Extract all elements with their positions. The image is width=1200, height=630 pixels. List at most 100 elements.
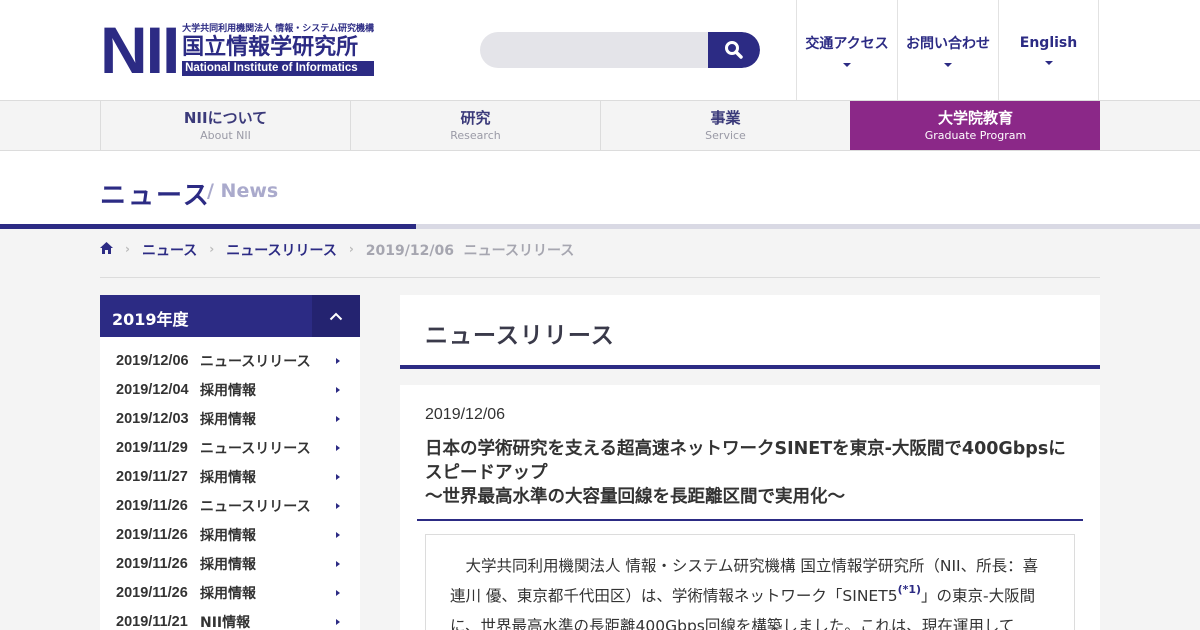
list-item[interactable]: 2019/11/26 採用情報 (100, 520, 360, 549)
arrow-right-icon (336, 416, 340, 422)
page-title-english: / News (207, 180, 279, 202)
article-paragraph: 大学共同利用機関法人 情報・システム研究機構 国立情報学研究所（NII、所長：喜… (450, 551, 1050, 630)
breadcrumb: › ニュース › ニュースリリース › 2019/12/06 ニュースリリース (100, 240, 1100, 278)
list-item[interactable]: 2019/11/26 採用情報 (100, 549, 360, 578)
sidebar: 2019年度 2019/12/06 ニュースリリース 2019/12/04 採用情報… (100, 295, 360, 630)
item-date: 2019/12/06 (116, 352, 189, 369)
nav-about[interactable]: NIIについて About NII (100, 101, 350, 150)
nav-service[interactable]: 事業 Service (600, 101, 850, 150)
article-title-line: スピードアップ (425, 463, 548, 483)
breadcrumb-news-release[interactable]: ニュースリリース (226, 240, 337, 260)
arrow-right-icon (336, 619, 340, 625)
list-item[interactable]: 2019/12/04 採用情報 (100, 375, 360, 404)
util-contact-label: お問い合わせ (906, 36, 990, 52)
global-nav: NIIについて About NII 研究 Research 事業 Service… (0, 100, 1200, 151)
item-date: 2019/11/26 (116, 555, 188, 572)
footnote-link[interactable]: (*1) (898, 583, 921, 596)
arrow-right-icon (336, 358, 340, 364)
article-subtitle: ～世界最高水準の大容量回線を長距離区間で実用化～ (425, 487, 845, 507)
item-category: 採用情報 (200, 469, 256, 486)
list-item[interactable]: 2019/11/27 採用情報 (100, 462, 360, 491)
chevron-down-icon (1044, 61, 1053, 65)
list-item[interactable]: 2019/11/26 採用情報 (100, 578, 360, 607)
logo-subtitle: 大学共同利用機関法人 情報・システム研究機構 (182, 24, 374, 34)
home-link[interactable] (100, 240, 113, 258)
util-contact[interactable]: お問い合わせ (897, 0, 998, 100)
nav-service-label: 事業 (710, 108, 741, 127)
chevron-right-icon: › (209, 242, 215, 256)
nav-service-sublabel: Service (705, 128, 746, 142)
item-category: ニュースリリース (200, 353, 311, 370)
logo-name: 国立情報学研究所 (182, 34, 359, 60)
item-category: 採用情報 (200, 527, 256, 544)
nav-graduate[interactable]: 大学院教育 Graduate Program (850, 101, 1100, 150)
home-icon (100, 242, 113, 254)
nav-research-label: 研究 (460, 108, 491, 127)
nav-graduate-label: 大学院教育 (937, 108, 1013, 127)
page-title: ニュース (100, 181, 211, 211)
chevron-right-icon: › (348, 242, 354, 256)
article-body: 大学共同利用機関法人 情報・システム研究機構 国立情報学研究所（NII、所長：喜… (425, 534, 1075, 630)
sidebar-year-header[interactable]: 2019年度 (100, 295, 360, 337)
arrow-right-icon (336, 445, 340, 451)
main-heading-box: ニュースリリース (400, 295, 1100, 369)
item-category: 採用情報 (200, 382, 256, 399)
sidebar-year-label: 2019年度 (112, 310, 189, 329)
item-category: 採用情報 (200, 411, 256, 428)
util-english[interactable]: English (998, 0, 1099, 100)
list-item[interactable]: 2019/12/06 ニュースリリース (100, 346, 360, 375)
nav-about-sublabel: About NII (200, 128, 251, 142)
section-heading: ニュースリリース (425, 323, 615, 349)
nav-research-sublabel: Research (450, 128, 501, 142)
item-date: 2019/11/29 (116, 439, 188, 456)
chevron-right-icon: › (125, 242, 130, 256)
page-title-band: ニュース / News (0, 151, 1200, 229)
arrow-right-icon (336, 590, 340, 596)
search-box (480, 32, 760, 68)
item-category: NII情報 (200, 614, 251, 630)
logo-mark: NII (100, 24, 179, 76)
util-access[interactable]: 交通アクセス (796, 0, 897, 100)
item-category: 採用情報 (200, 556, 256, 573)
list-item[interactable]: 2019/12/03 採用情報 (100, 404, 360, 433)
chevron-up-icon (329, 312, 343, 320)
nav-graduate-sublabel: Graduate Program (924, 128, 1027, 142)
logo-english-name: National Institute of Informatics (182, 61, 374, 76)
item-date: 2019/12/03 (116, 410, 189, 427)
utility-nav: 交通アクセス お問い合わせ English (796, 0, 1099, 100)
logo-text: 大学共同利用機関法人 情報・システム研究機構 国立情報学研究所 National… (182, 24, 374, 76)
arrow-right-icon (336, 532, 340, 538)
breadcrumb-news[interactable]: ニュース (142, 240, 197, 260)
breadcrumb-current: 2019/12/06 ニュースリリース (365, 243, 575, 259)
item-date: 2019/11/26 (116, 526, 188, 543)
chevron-down-icon (843, 63, 851, 67)
title-underline-accent (0, 224, 416, 229)
search-icon (725, 41, 743, 59)
search-button[interactable] (708, 32, 760, 68)
article-date: 2019/12/06 (425, 406, 506, 423)
article-title: 日本の学術研究を支える超高速ネットワークSINETを東京-大阪間で400Gbps… (417, 437, 1083, 521)
nav-research[interactable]: 研究 Research (350, 101, 600, 150)
arrow-right-icon (336, 387, 340, 393)
item-date: 2019/12/04 (116, 381, 189, 398)
list-item[interactable]: 2019/11/21 NII情報 (100, 607, 360, 630)
list-item[interactable]: 2019/11/29 ニュースリリース (100, 433, 360, 462)
item-date: 2019/11/26 (116, 497, 188, 514)
chevron-down-icon (944, 63, 952, 67)
item-category: ニュースリリース (200, 498, 311, 515)
util-english-label: English (1019, 35, 1078, 51)
title-underline (416, 224, 1200, 229)
nav-about-label: NIIについて (183, 108, 268, 127)
item-date: 2019/11/21 (116, 613, 188, 630)
item-category: ニュースリリース (200, 440, 311, 457)
util-access-label: 交通アクセス (805, 36, 889, 52)
list-item[interactable]: 2019/11/26 ニュースリリース (100, 491, 360, 520)
collapse-toggle[interactable] (312, 295, 360, 337)
nii-logo[interactable]: NII 大学共同利用機関法人 情報・システム研究機構 国立情報学研究所 Nati… (100, 24, 374, 76)
item-date: 2019/11/26 (116, 584, 188, 601)
arrow-right-icon (336, 474, 340, 480)
site-header: NII 大学共同利用機関法人 情報・システム研究機構 国立情報学研究所 Nati… (0, 0, 1200, 100)
article: 2019/12/06 日本の学術研究を支える超高速ネットワークSINETを東京-… (400, 385, 1100, 630)
arrow-right-icon (336, 503, 340, 509)
search-input[interactable] (480, 32, 708, 68)
